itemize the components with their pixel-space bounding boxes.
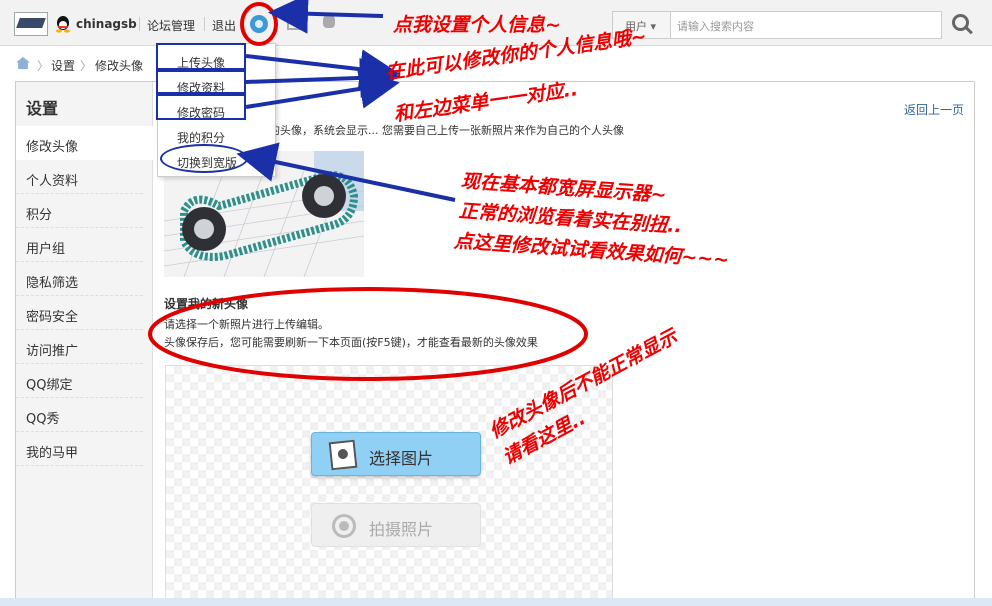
choose-image-button[interactable]: 选择图片 (311, 432, 481, 476)
sidebar-item-alt-account[interactable]: 我的马甲 (16, 432, 143, 466)
breadcrumb-settings[interactable]: 设置 (51, 57, 75, 74)
new-avatar-title: 设置我的新头像 (164, 297, 249, 311)
breadcrumb-separator: 〉 (80, 59, 93, 73)
sidebar-item-qq-show[interactable]: QQ秀 (16, 398, 143, 432)
search-input[interactable]: 请输入搜索内容 (677, 18, 754, 34)
window-bottom-edge (0, 598, 992, 606)
highlight-box (156, 43, 246, 70)
mail-icon[interactable] (287, 18, 303, 30)
camera-icon (332, 514, 356, 538)
upload-instruction: 请选择一个新照片进行上传编辑。 (164, 318, 329, 331)
choose-image-label: 选择图片 (369, 449, 434, 468)
qq-icon (56, 16, 70, 33)
forum-admin-link[interactable]: 论坛管理 (147, 17, 195, 34)
picture-icon (328, 439, 358, 471)
back-link[interactable]: 返回上一页 (904, 101, 964, 118)
sidebar-item-qq-bind[interactable]: QQ绑定 (16, 364, 143, 398)
breadcrumb-separator: 〉 (37, 59, 50, 73)
search-icon[interactable] (952, 14, 969, 31)
logout-link[interactable]: 退出 (212, 17, 236, 34)
username-link[interactable]: chinagsb (76, 17, 137, 31)
sidebar-item-password[interactable]: 密码安全 (16, 296, 143, 330)
sidebar-item-privacy[interactable]: 隐私筛选 (16, 262, 143, 296)
search-box: 用户 ▾ 请输入搜索内容 (612, 11, 942, 39)
take-photo-button[interactable]: 拍摄照片 (311, 503, 481, 547)
sidebar-item-usergroup[interactable]: 用户组 (16, 228, 143, 262)
highlight-oval (160, 144, 248, 173)
home-icon[interactable] (16, 57, 30, 69)
avatar-description: 己的头像，系统会显示... 您需要自己上传一张新照片来作为自己的个人头像 (258, 124, 624, 137)
divider (139, 17, 140, 31)
bulb-icon[interactable] (323, 14, 335, 28)
take-photo-label: 拍摄照片 (369, 520, 434, 539)
divider (204, 17, 205, 31)
sidebar-title: 设置 (26, 99, 59, 118)
sidebar-item-credits[interactable]: 积分 (16, 194, 143, 228)
sidebar: 设置 修改头像 个人资料 积分 用户组 隐私筛选 密码安全 访问推广 QQ绑定 … (16, 82, 153, 606)
site-logo[interactable] (14, 12, 48, 36)
breadcrumb-current: 修改头像 (95, 59, 144, 73)
highlight-box (156, 94, 246, 120)
sidebar-item-avatar[interactable]: 修改头像 (16, 126, 153, 160)
gear-annotation: 点我设置个人信息~ (393, 14, 561, 36)
gear-icon[interactable] (250, 15, 268, 33)
refresh-tip: 头像保存后，您可能需要刷新一下本页面(按F5键)，才能查看最新的头像效果 (164, 336, 538, 349)
highlight-box (156, 70, 246, 94)
sidebar-item-profile[interactable]: 个人资料 (16, 160, 143, 194)
sidebar-item-promotion[interactable]: 访问推广 (16, 330, 143, 364)
